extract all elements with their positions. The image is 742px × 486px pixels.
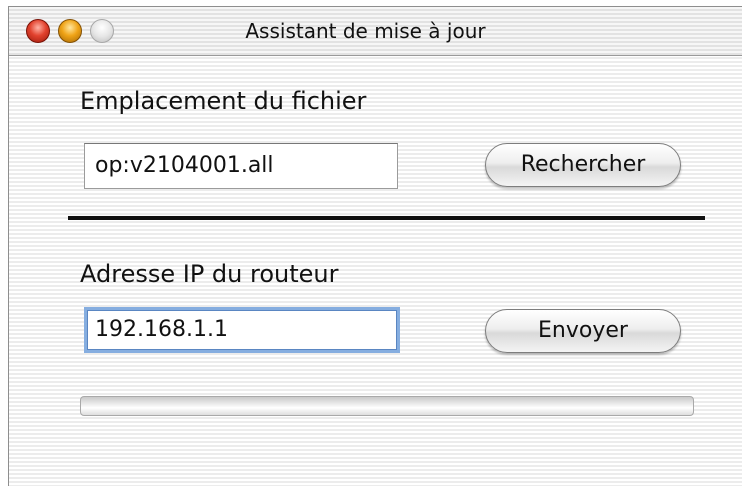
upload-progress-bar <box>80 396 694 416</box>
router-ip-field[interactable]: 192.168.1.1 <box>84 307 400 353</box>
search-file-button[interactable]: Rechercher <box>485 143 681 187</box>
section-divider <box>68 216 705 220</box>
title-bar[interactable]: Assistant de mise à jour <box>9 7 742 56</box>
send-button[interactable]: Envoyer <box>485 309 681 353</box>
router-ip-label: Adresse IP du routeur <box>80 260 339 288</box>
file-path-field[interactable]: op:v2104001.all <box>84 143 398 189</box>
window-title: Assistant de mise à jour <box>245 19 486 43</box>
update-assistant-window: Assistant de mise à jour Emplacement du … <box>8 6 742 486</box>
file-location-label: Emplacement du fichier <box>80 87 367 115</box>
